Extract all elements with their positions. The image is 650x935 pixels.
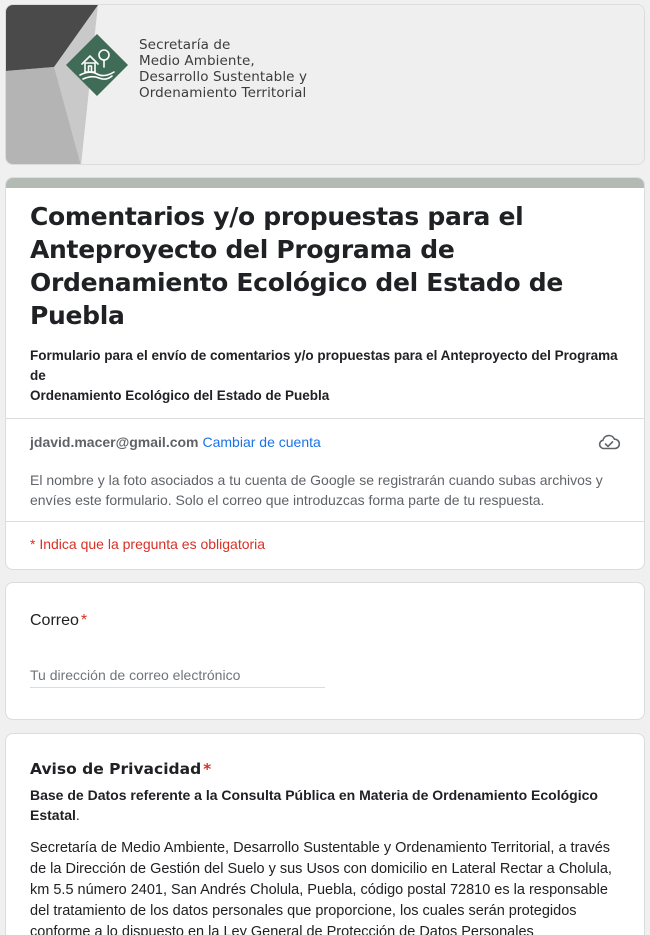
privacy-subtitle: Base de Datos referente a la Consulta Pú… — [30, 785, 625, 825]
account-notice: El nombre y la foto asociados a tu cuent… — [30, 472, 603, 508]
privacy-subtitle-period: . — [75, 807, 80, 823]
description-line-1: Formulario para el envío de comentarios … — [30, 348, 618, 383]
title-accent-bar — [6, 178, 644, 188]
cloud-check-icon — [598, 434, 621, 450]
form-title-card: Comentarios y/o propuestas para el Antep… — [5, 177, 645, 570]
privacy-label-text: Aviso de Privacidad — [30, 760, 202, 778]
org-line-2: Medio Ambiente, — [139, 53, 255, 69]
required-asterisk: * — [80, 612, 88, 629]
divider — [6, 521, 644, 522]
form-description: Formulario para el envío de comentarios … — [30, 346, 625, 406]
account-row: jdavid.macer@gmail.com Cambiar de cuenta — [30, 432, 321, 452]
required-asterisk: * — [203, 760, 212, 778]
email-label-text: Correo — [30, 612, 79, 629]
required-note: * Indica que la pregunta es obligatoria — [30, 536, 266, 552]
logo-icon — [66, 34, 128, 96]
organization-name: Secretaría de Medio Ambiente, Desarrollo… — [139, 37, 307, 101]
privacy-subtitle-text: Base de Datos referente a la Consulta Pú… — [30, 787, 598, 823]
email-question-label: Correo * — [30, 609, 87, 633]
description-line-2: Ordenamiento Ecológico del Estado de Pue… — [30, 388, 330, 403]
divider — [6, 418, 644, 419]
org-line-3: Desarrollo Sustentable y — [139, 69, 308, 85]
form-header-banner: Secretaría de Medio Ambiente, Desarrollo… — [5, 4, 645, 165]
account-email: jdavid.macer@gmail.com — [30, 434, 199, 450]
org-line-1: Secretaría de — [139, 37, 231, 53]
privacy-question-label: Aviso de Privacidad * — [30, 758, 211, 780]
form-title: Comentarios y/o propuestas para el Antep… — [30, 202, 564, 330]
email-question-card: Correo * — [5, 582, 645, 720]
org-line-4: Ordenamiento Territorial — [139, 85, 307, 101]
switch-account-link[interactable]: Cambiar de cuenta — [203, 434, 321, 450]
email-input[interactable] — [30, 662, 325, 688]
privacy-body-text: Secretaría de Medio Ambiente, Desarrollo… — [30, 840, 612, 935]
privacy-question-card: Aviso de Privacidad * Base de Datos refer… — [5, 733, 645, 935]
